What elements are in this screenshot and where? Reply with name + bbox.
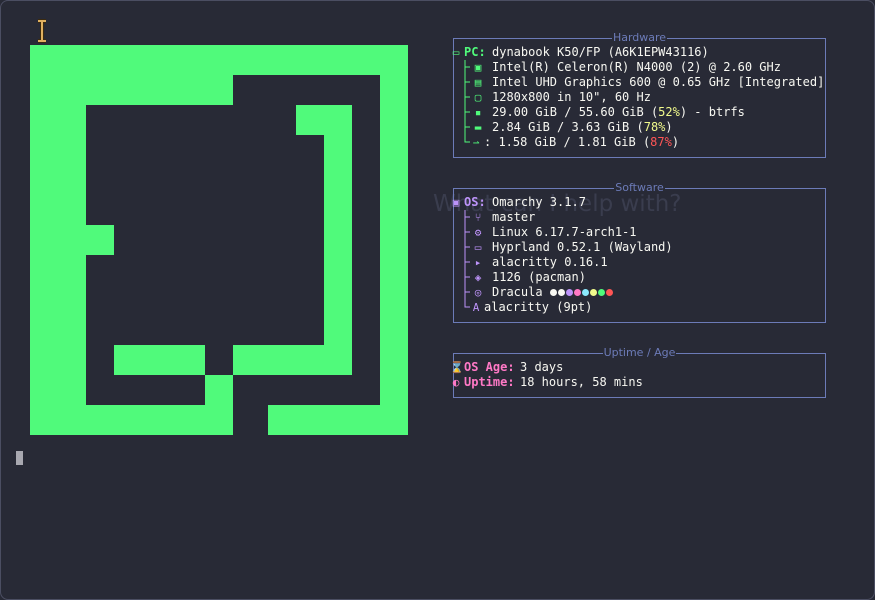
display-row: ▢ 1280x800 in 10", 60 Hz [450, 90, 651, 105]
gpu-value: Intel UHD Graphics 600 @ 0.65 GHz [Integ… [492, 75, 825, 89]
wm-value: Hyprland 0.52.1 (Wayland) [492, 240, 673, 254]
os-icon: ▣ [452, 196, 460, 209]
theme-value: Dracula [492, 285, 614, 300]
cpu-row: ▣ Intel(R) Celeron(R) N4000 (2) @ 2.60 G… [450, 60, 781, 75]
pc-row: ▭ PC: dynabook K50/FP (A6K1EPW43116) [450, 45, 709, 60]
memory-value: 2.84 GiB / 3.63 GiB (78%) [492, 120, 673, 135]
tree-branch [464, 240, 470, 255]
disk-fs: ) - btrfs [679, 105, 745, 119]
terminal-window: What can I help with? + Hardware Softwar… [0, 0, 875, 600]
memory-text: 2.84 GiB / 3.63 GiB ( [492, 120, 644, 134]
terminal-icon: ▸ [474, 256, 482, 269]
memory-close: ) [665, 120, 673, 134]
git-branch-icon: ⑂ [474, 211, 482, 224]
gear-icon: ⚙ [474, 226, 482, 239]
branch-value: master [492, 210, 536, 224]
display-value: 1280x800 in 10", 60 Hz [492, 90, 651, 104]
disk-percent: 52% [658, 105, 680, 119]
tree-branch-end [464, 300, 470, 308]
clock-icon: ◐ [452, 376, 460, 389]
os-age-key: OS Age: [464, 360, 515, 374]
memory-percent: 78% [643, 120, 666, 134]
disk-value: 29.00 GiB / 55.60 GiB (52%) - btrfs [492, 105, 745, 120]
color-palette [549, 285, 614, 299]
terminal-cursor [16, 451, 23, 465]
cpu-icon: ▣ [474, 61, 482, 74]
palette-icon: ◎ [474, 286, 482, 299]
ibeam-cursor-icon [38, 19, 46, 43]
hardware-title: Hardware [611, 31, 668, 44]
theme-name: Dracula [492, 285, 543, 299]
terminal-row: ▸ alacritty 0.16.1 [450, 255, 608, 270]
monitor-icon: ▢ [474, 91, 482, 104]
software-title: Software [614, 181, 665, 194]
kernel-value: Linux 6.17.7-arch1-1 [492, 225, 637, 239]
hourglass-icon: ⌛ [450, 361, 464, 374]
os-value: Omarchy 3.1.7 [492, 195, 586, 209]
uptime-title: Uptime / Age [602, 346, 677, 359]
swap-value: : 1.58 GiB / 1.81 GiB (87%) [484, 135, 679, 150]
tree-branch [464, 105, 470, 120]
branch-row: ⑂ master [450, 210, 535, 225]
uptime-value: 18 hours, 58 mins [520, 375, 643, 389]
kernel-row: ⚙ Linux 6.17.7-arch1-1 [450, 225, 637, 240]
package-icon: ◈ [474, 271, 482, 284]
tree-branch [464, 90, 470, 105]
laptop-icon: ▭ [452, 46, 460, 59]
wm-row: ▭ Hyprland 0.52.1 (Wayland) [450, 240, 673, 255]
terminal-value: alacritty 0.16.1 [492, 255, 608, 269]
window-icon: ▭ [474, 241, 482, 254]
os-age-value: 3 days [520, 360, 564, 374]
swap-percent: 87% [650, 135, 672, 149]
font-value: alacritty (9pt) [484, 300, 593, 314]
tree-branch [464, 60, 470, 75]
packages-value: 1126 (pacman) [492, 270, 586, 284]
swap-text: : 1.58 GiB / 1.81 GiB ( [484, 135, 651, 149]
tree-branch [464, 75, 470, 90]
pc-value: dynabook K50/FP (A6K1EPW43116) [492, 45, 709, 59]
tree-branch-end [464, 135, 470, 143]
omarchy-logo [30, 45, 408, 435]
gpu-row: ▤ Intel UHD Graphics 600 @ 0.65 GHz [Int… [450, 75, 824, 90]
swap-close: ) [671, 135, 680, 149]
gpu-icon: ▤ [474, 76, 482, 89]
uptime-key: Uptime: [464, 375, 515, 389]
swap-row: ⇀ : 1.58 GiB / 1.81 GiB (87%) [450, 135, 679, 150]
os-row: ▣ OS: Omarchy 3.1.7 [450, 195, 586, 210]
font-icon: A [472, 301, 480, 314]
font-row: A alacritty (9pt) [450, 300, 592, 315]
disk-text: 29.00 GiB / 55.60 GiB ( [492, 105, 659, 119]
disk-row: ▪ 29.00 GiB / 55.60 GiB (52%) - btrfs [450, 105, 745, 120]
tree-branch [464, 285, 470, 300]
tree-branch [464, 255, 470, 270]
tree-branch [464, 210, 470, 225]
cpu-value: Intel(R) Celeron(R) N4000 (2) @ 2.60 GHz [492, 60, 781, 74]
disk-icon: ▪ [474, 106, 482, 119]
tree-branch [464, 120, 470, 135]
memory-icon: ▬ [474, 121, 482, 134]
theme-row: ◎ Dracula [450, 285, 613, 300]
os-key: OS: [464, 195, 486, 209]
uptime-row: ◐ Uptime: 18 hours, 58 mins [450, 375, 643, 390]
os-age-row: ⌛ OS Age: 3 days [450, 360, 563, 375]
pc-key: PC: [464, 45, 486, 59]
packages-row: ◈ 1126 (pacman) [450, 270, 586, 285]
swap-icon: ⇀ [472, 136, 480, 149]
memory-row: ▬ 2.84 GiB / 3.63 GiB (78%) [450, 120, 673, 135]
tree-branch [464, 225, 470, 240]
tree-branch [464, 270, 470, 285]
